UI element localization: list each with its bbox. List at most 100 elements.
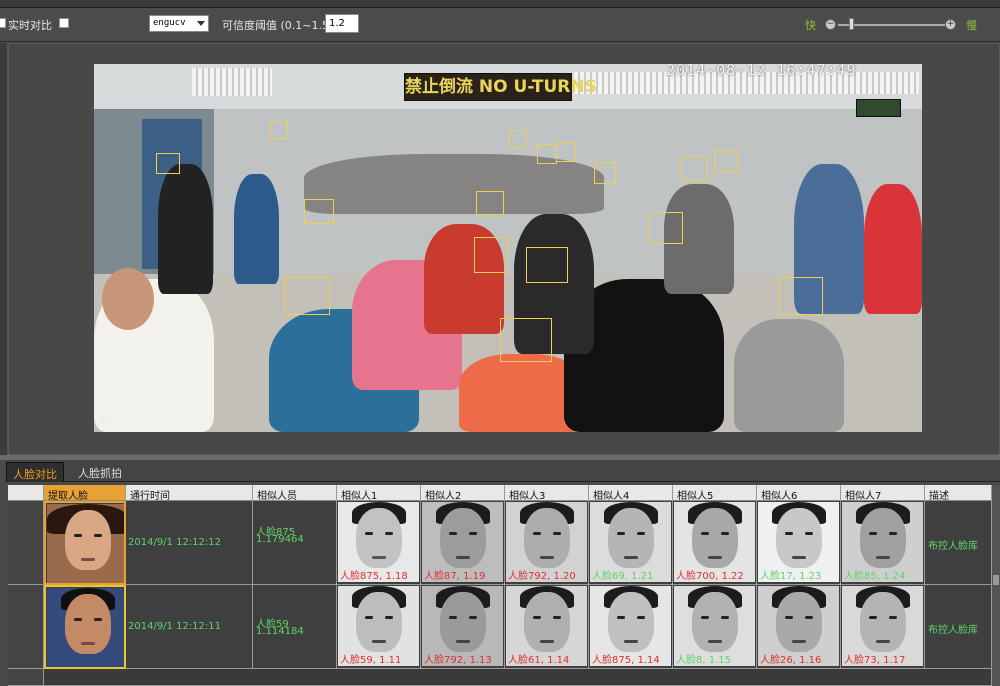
video-exit-sign — [856, 99, 901, 117]
match-cell[interactable]: 人脸17, 1.23 — [757, 501, 841, 585]
similar-person-score: 1.179464 — [256, 534, 304, 545]
match-label: 人脸61, 1.14 — [508, 655, 570, 666]
threshold-label: 可信度阈值 (0.1~1.5) — [222, 19, 334, 32]
option-checkbox[interactable] — [59, 18, 69, 28]
column-header[interactable]: 相似人4 — [589, 485, 673, 501]
column-header[interactable]: 相似人2 — [421, 485, 505, 501]
row-header[interactable] — [8, 669, 44, 686]
minus-icon[interactable]: − — [825, 19, 836, 30]
face-detection-box[interactable] — [270, 121, 288, 139]
match-cell[interactable]: 人脸700, 1.22 — [673, 501, 757, 585]
match-label: 人脸87, 1.19 — [424, 571, 486, 582]
match-cell[interactable]: 人脸59, 1.11 — [337, 585, 421, 669]
extracted-face[interactable] — [44, 501, 126, 585]
table-cell: 布控人脸库 — [925, 585, 992, 669]
table-cell: 布控人脸库 — [925, 501, 992, 585]
match-cell[interactable]: 人脸8, 1.15 — [673, 585, 757, 669]
face-detection-box[interactable] — [779, 277, 823, 315]
face-detection-box[interactable] — [526, 247, 568, 283]
video-person — [734, 319, 844, 432]
video-sign: 禁止倒流 NO U-TURNS — [404, 73, 597, 101]
face-detection-box[interactable] — [649, 212, 683, 244]
face-detection-box[interactable] — [594, 162, 616, 184]
face-detection-box[interactable] — [474, 237, 508, 273]
scrollbar-thumb[interactable] — [993, 575, 999, 585]
left-collapse-bar[interactable] — [0, 43, 8, 459]
match-label: 人脸85, 1.24 — [844, 571, 906, 582]
column-header[interactable]: 相似人5 — [673, 485, 757, 501]
match-cell[interactable]: 人脸875, 1.14 — [589, 585, 673, 669]
match-label: 人脸700, 1.22 — [676, 571, 744, 582]
table-row[interactable] — [44, 669, 992, 686]
column-header[interactable]: 描述 — [925, 485, 992, 501]
face-detection-box[interactable] — [156, 153, 180, 174]
face-detection-box[interactable] — [500, 318, 552, 362]
column-header[interactable]: 通行时间 — [126, 485, 253, 501]
speed-slider-track[interactable] — [838, 24, 948, 26]
camera-video-feed[interactable]: 禁止倒流 NO U-TURNS 2014-08-12 16:47:49 IPC — [94, 64, 922, 432]
threshold-input[interactable]: 1.2 — [325, 14, 359, 33]
match-cell[interactable]: 人脸792, 1.13 — [421, 585, 505, 669]
match-label: 人脸17, 1.23 — [760, 571, 822, 582]
match-label: 人脸26, 1.16 — [760, 655, 822, 666]
match-cell[interactable]: 人脸792, 1.20 — [505, 501, 589, 585]
match-cell[interactable]: 人脸26, 1.16 — [757, 585, 841, 669]
face-detection-box[interactable] — [304, 199, 334, 224]
match-label: 人脸8, 1.15 — [676, 655, 731, 666]
chevron-down-icon — [197, 21, 205, 26]
realtime-label: 实时对比 — [8, 19, 52, 32]
match-label: 人脸59, 1.11 — [340, 655, 402, 666]
match-cell[interactable]: 人脸69, 1.21 — [589, 501, 673, 585]
toolbar: 实时对比 engucv 可信度阈值 (0.1~1.5) 1.2 快 − + 慢 — [0, 8, 1000, 42]
match-cell[interactable]: 人脸61, 1.14 — [505, 585, 589, 669]
face-detection-box[interactable] — [284, 277, 330, 315]
video-crowd — [304, 154, 604, 214]
column-header[interactable]: 相似人员 — [253, 485, 337, 501]
match-label: 人脸73, 1.17 — [844, 655, 906, 666]
video-head — [102, 268, 154, 330]
comparison-table: 提取人脸 通行时间 相似人员 相似人1 相似人2 相似人3 相似人4 相似人5 … — [8, 485, 992, 686]
match-cell[interactable]: 人脸85, 1.24 — [841, 501, 925, 585]
table-cell: 2014/9/1 12:12:12 — [126, 501, 253, 585]
column-header[interactable]: 相似人6 — [757, 485, 841, 501]
column-header[interactable]: 相似人7 — [841, 485, 925, 501]
plus-icon[interactable]: + — [945, 19, 956, 30]
face-thumbnail — [47, 588, 124, 667]
tab-bar: 人脸对比 人脸抓拍 — [6, 460, 1000, 482]
table-cell: 人脸59 1.114184 — [253, 585, 337, 669]
table-cell: 2014/9/1 12:12:11 — [126, 585, 253, 669]
face-detection-box[interactable] — [714, 150, 738, 172]
algorithm-value: engucv — [153, 18, 186, 28]
face-detection-box[interactable] — [476, 191, 504, 215]
match-label: 人脸792, 1.13 — [424, 655, 492, 666]
face-detection-box[interactable] — [509, 130, 527, 148]
face-detection-box[interactable] — [681, 156, 707, 181]
face-detection-box[interactable] — [537, 144, 557, 164]
column-header[interactable]: 相似人1 — [337, 485, 421, 501]
column-header[interactable]: 相似人3 — [505, 485, 589, 501]
face-detection-box[interactable] — [556, 142, 576, 162]
row-header[interactable] — [8, 585, 44, 669]
speed-slider-thumb[interactable] — [849, 18, 854, 30]
column-header[interactable]: 提取人脸 — [44, 485, 126, 501]
pass-time: 2014/9/1 12:12:12 — [128, 537, 222, 548]
match-cell[interactable]: 人脸87, 1.19 — [421, 501, 505, 585]
table-scrollbar[interactable] — [992, 485, 1000, 686]
description: 布控人脸库 — [928, 625, 978, 636]
row-header[interactable] — [8, 501, 44, 585]
algorithm-select[interactable]: engucv — [149, 15, 209, 32]
match-cell[interactable]: 人脸73, 1.17 — [841, 585, 925, 669]
realtime-checkbox[interactable] — [0, 18, 6, 28]
tab-face-capture[interactable]: 人脸抓拍 — [72, 462, 128, 482]
video-vent — [192, 68, 272, 96]
similar-person-score: 1.114184 — [256, 626, 304, 637]
tab-face-compare[interactable]: 人脸对比 — [6, 462, 64, 482]
match-cell[interactable]: 人脸875, 1.18 — [337, 501, 421, 585]
match-label: 人脸792, 1.20 — [508, 571, 576, 582]
match-label: 人脸875, 1.18 — [340, 571, 408, 582]
title-bar — [0, 0, 1000, 8]
video-timestamp: 2014-08-12 16:47:49 — [666, 64, 857, 79]
table-cell: 人脸875 1.179464 — [253, 501, 337, 585]
video-person — [158, 164, 213, 294]
extracted-face[interactable] — [44, 585, 126, 669]
